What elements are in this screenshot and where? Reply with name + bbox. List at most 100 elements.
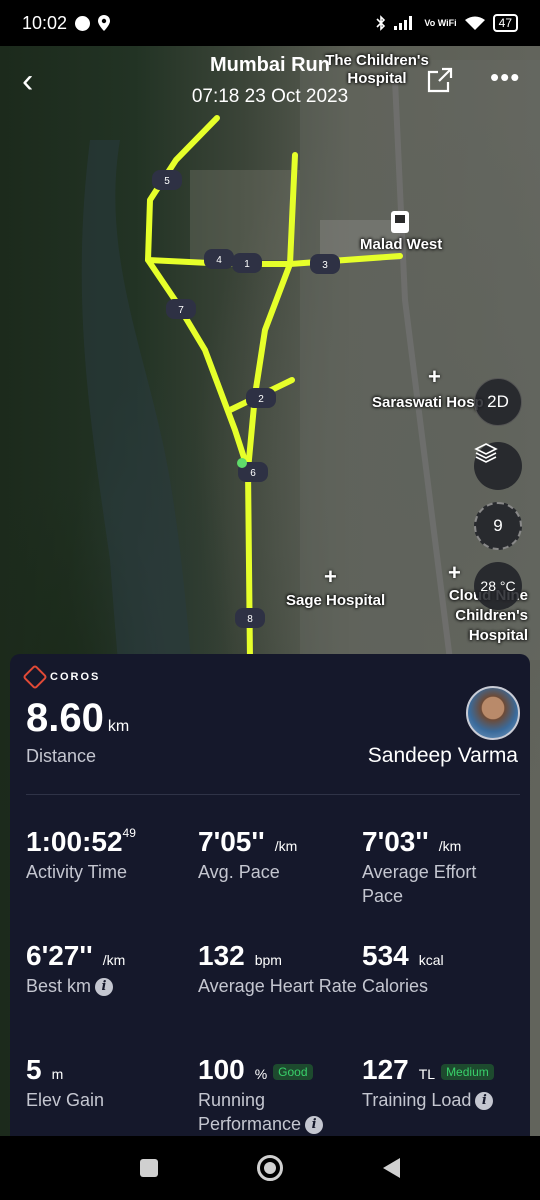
elev-gain-value: 5: [26, 1054, 42, 1085]
stat-avg-pace: 7'05'' /km Avg. Pace: [198, 826, 358, 884]
vowifi-label: Vo WiFi: [424, 17, 457, 28]
battery-icon: 47: [492, 14, 518, 32]
svg-text:8: 8: [247, 614, 253, 625]
activity-header: ‹ Mumbai Run 07:18 23 Oct 2023 •••: [0, 52, 540, 122]
stat-effort-pace: 7'03'' /km Average Effort Pace: [362, 826, 512, 908]
hospital-icon: +: [428, 364, 441, 389]
home-button[interactable]: [257, 1155, 284, 1181]
avg-pace-value: 7'05'': [198, 826, 265, 857]
activity-time-label: Activity Time: [26, 862, 128, 882]
route-marker-7[interactable]: 7: [166, 299, 196, 319]
activity-datetime: 07:18 23 Oct 2023: [191, 86, 349, 107]
brand: COROS: [22, 664, 101, 690]
wifi-icon: [464, 16, 485, 30]
system-nav-bar: [0, 1136, 540, 1200]
activity-time-value: 1:00:52: [26, 826, 123, 857]
route-marker-1[interactable]: 1: [232, 253, 262, 273]
location-icon: [98, 15, 111, 31]
recents-button[interactable]: [139, 1159, 158, 1177]
best-km-unit: /km: [102, 952, 126, 968]
avatar[interactable]: [466, 686, 520, 740]
stat-heart-rate: 132 bpm Average Heart Rate: [198, 940, 358, 998]
svg-text:2: 2: [258, 394, 264, 405]
activity-summary-card: COROS 8.60 km Distance Sandeep Varma 1:00…: [10, 654, 530, 1154]
activity-time-fraction: 49: [122, 826, 136, 840]
training-load-unit: TL: [418, 1066, 436, 1082]
running-perf-unit: %: [254, 1066, 268, 1082]
svg-text:4: 4: [216, 255, 222, 266]
effort-pace-label: Average Effort Pace: [362, 862, 477, 906]
heart-rate-unit: bpm: [254, 952, 282, 968]
svg-text:3: 3: [322, 260, 328, 271]
stat-elev-gain: 5m Elev Gain: [26, 1054, 186, 1112]
layers-button[interactable]: [474, 442, 522, 490]
running-perf-label: Running Performance: [198, 1090, 302, 1134]
svg-text:5: 5: [164, 176, 170, 187]
training-load-label: Training Load: [362, 1090, 472, 1110]
start-point: [237, 458, 247, 468]
route-marker-3[interactable]: 3: [310, 254, 340, 274]
distance-value: 8.60 km: [26, 696, 129, 741]
bluetooth-icon: [376, 15, 386, 31]
back-nav-button[interactable]: [383, 1158, 401, 1178]
route-marker-5[interactable]: 5: [152, 170, 182, 190]
saraswati-label: Saraswati Hosp: [372, 394, 484, 411]
calories-value: 534: [362, 940, 409, 971]
brand-name: COROS: [50, 671, 101, 683]
share-icon[interactable]: [426, 66, 454, 94]
stat-activity-time: 1:00:5249 Activity Time: [26, 826, 186, 884]
route-marker-4[interactable]: 4: [204, 249, 234, 269]
elev-gain-unit: m: [51, 1066, 64, 1082]
status-bar: 10:02 Vo WiFi 47: [0, 0, 540, 46]
layers-icon: [474, 443, 498, 463]
status-time: 10:02: [22, 12, 68, 33]
divider: [26, 794, 520, 795]
avg-pace-label: Avg. Pace: [198, 862, 280, 882]
hospital-icon: +: [324, 564, 337, 589]
svg-text:6: 6: [250, 468, 256, 479]
svg-text:1: 1: [244, 259, 250, 270]
info-icon[interactable]: i: [305, 1116, 324, 1135]
temperature-badge: 28 °C: [474, 562, 522, 610]
more-options-icon[interactable]: •••: [490, 62, 520, 93]
malad-west-label: Malad West: [360, 236, 443, 253]
distance-number: 8.60: [26, 696, 104, 740]
info-icon[interactable]: i: [475, 1092, 494, 1111]
info-icon[interactable]: i: [95, 978, 114, 997]
stat-running-performance: 100% Good Running Performance i: [198, 1054, 358, 1136]
notification-icon: [75, 15, 91, 31]
heart-rate-label: Average Heart Rate: [198, 976, 357, 996]
urban-block: [190, 170, 300, 260]
train-station-icon: [391, 211, 409, 233]
elev-gain-label: Elev Gain: [26, 1090, 105, 1110]
effort-pace-unit: /km: [438, 838, 462, 854]
distance-unit: km: [107, 718, 130, 735]
training-load-value: 127: [362, 1054, 409, 1085]
calories-unit: kcal: [418, 952, 444, 968]
user-name: Sandeep Varma: [367, 744, 518, 767]
running-perf-badge: Good: [273, 1063, 313, 1080]
training-load-badge: Medium: [441, 1063, 494, 1080]
signal-icon: [394, 16, 413, 30]
stat-training-load: 127 TL Medium Training Load i: [362, 1054, 522, 1112]
svg-text:7: 7: [178, 305, 184, 316]
best-km-label: Best km: [26, 976, 92, 996]
stat-best-km: 6'27'' /km Best km i: [26, 940, 186, 998]
running-perf-value: 100: [198, 1054, 245, 1085]
route-marker-2[interactable]: 2: [246, 388, 276, 408]
effort-pace-value: 7'03'': [362, 826, 429, 857]
coros-logo-icon: [22, 664, 48, 690]
distance-label: Distance: [26, 746, 97, 766]
compass-value: 9: [493, 516, 503, 535]
hospital-icon: +: [448, 560, 461, 585]
sage-hospital-label: Sage Hospital: [286, 592, 386, 609]
compass-button[interactable]: 9: [474, 502, 522, 550]
view-mode-toggle[interactable]: 2D: [474, 378, 522, 426]
calories-label: Calories: [362, 976, 429, 996]
activity-title: Mumbai Run: [210, 54, 330, 76]
avg-pace-unit: /km: [274, 838, 298, 854]
best-km-value: 6'27'': [26, 940, 93, 971]
route-marker-8[interactable]: 8: [235, 608, 265, 628]
heart-rate-value: 132: [198, 940, 245, 971]
stat-calories: 534 kcal Calories: [362, 940, 522, 998]
